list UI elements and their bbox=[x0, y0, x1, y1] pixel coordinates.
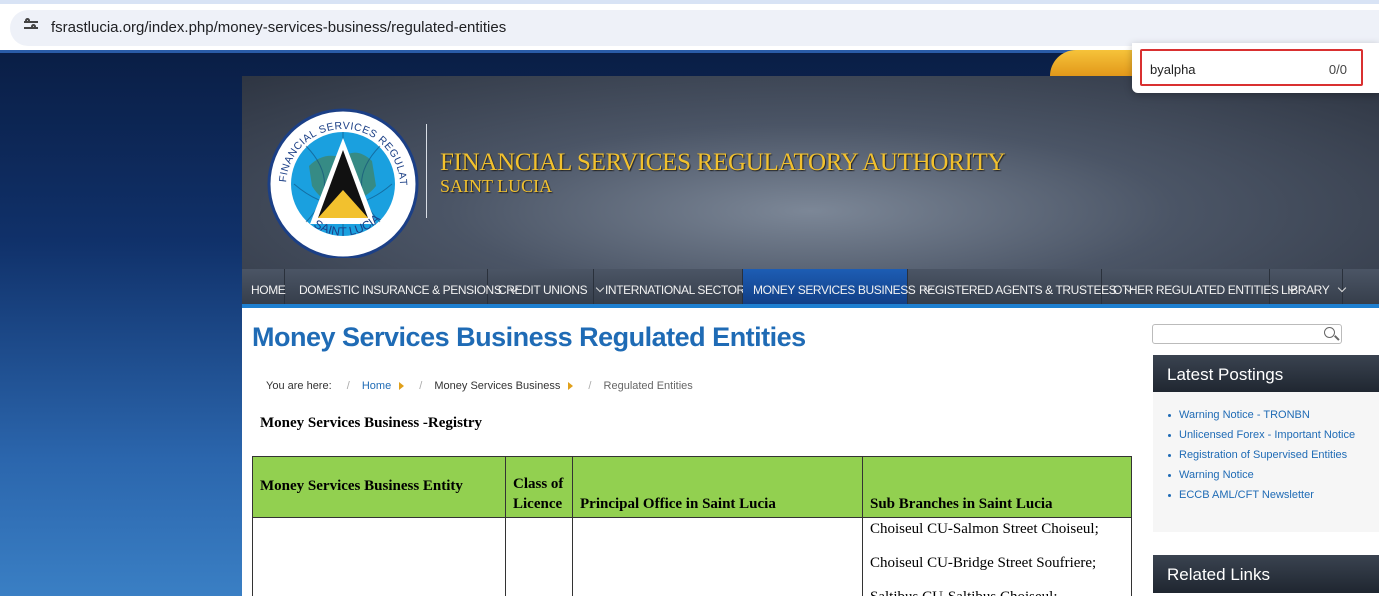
main-nav: HOME DOMESTIC INSURANCE & PENSIONS CREDI… bbox=[242, 269, 1379, 308]
entities-table: Money Services Business Entity Class of … bbox=[252, 456, 1132, 596]
site-container: FINANCIAL SERVICES REGULATORY AUTHORITY … bbox=[242, 50, 1379, 596]
breadcrumb-current: Regulated Entities bbox=[603, 380, 693, 392]
find-match-count: 0/0 bbox=[1328, 62, 1347, 77]
cell-entity bbox=[252, 517, 506, 596]
page-title: Money Services Business Regulated Entiti… bbox=[252, 322, 806, 352]
nav-library[interactable]: LIBRARY bbox=[1270, 269, 1347, 304]
breadcrumb: You are here: / Home / Money Services Bu… bbox=[266, 380, 693, 392]
find-in-page-bar: byalpha 0/0 bbox=[1132, 43, 1379, 93]
posting-link[interactable]: Warning Notice bbox=[1168, 469, 1379, 481]
col-class-licence: Class of Licence bbox=[505, 456, 573, 518]
nav-home[interactable]: HOME bbox=[242, 269, 286, 304]
breadcrumb-arrow-icon bbox=[568, 382, 574, 390]
cell-sub-branches: Choiseul CU-Salmon Street Choiseul; Choi… bbox=[862, 517, 1132, 596]
posting-link[interactable]: Unlicensed Forex - Important Notice bbox=[1168, 429, 1379, 441]
find-input[interactable]: byalpha 0/0 bbox=[1140, 49, 1363, 86]
posting-link[interactable]: ECCB AML/CFT Newsletter bbox=[1168, 489, 1379, 501]
sub-branch: Choiseul CU-Salmon Street Choiseul; bbox=[870, 521, 1099, 537]
site-settings-icon[interactable] bbox=[24, 18, 38, 32]
latest-postings-header: Latest Postings bbox=[1153, 355, 1379, 393]
col-entity: Money Services Business Entity bbox=[252, 456, 506, 518]
col-principal-office: Principal Office in Saint Lucia bbox=[572, 456, 863, 518]
breadcrumb-money-services: Money Services Business bbox=[434, 380, 561, 392]
nav-domestic-insurance[interactable]: DOMESTIC INSURANCE & PENSIONS bbox=[285, 269, 519, 304]
site-subtitle: SAINT LUCIA bbox=[440, 176, 553, 196]
header-divider bbox=[426, 124, 427, 218]
site-title: FINANCIAL SERVICES REGULATORY AUTHORITY bbox=[440, 149, 1006, 176]
chevron-down-icon bbox=[1338, 283, 1347, 293]
breadcrumb-home[interactable]: Home bbox=[362, 380, 391, 392]
url-text[interactable]: fsrastlucia.org/index.php/money-services… bbox=[51, 19, 506, 36]
sub-branch: Choiseul CU-Bridge Street Soufriere; bbox=[870, 555, 1097, 571]
nav-money-services-business[interactable]: MONEY SERVICES BUSINESS bbox=[743, 269, 933, 304]
site-search-input[interactable] bbox=[1152, 324, 1342, 344]
nav-other-regulated-entities[interactable]: OTHER REGULATED ENTITIES bbox=[1102, 269, 1296, 304]
table-row: Choiseul CU-Salmon Street Choiseul; Choi… bbox=[252, 517, 1132, 596]
fsra-logo[interactable]: FINANCIAL SERVICES REGULATORY AUTHORITY … bbox=[264, 106, 422, 258]
breadcrumb-arrow-icon bbox=[399, 382, 405, 390]
nav-international-sector[interactable]: INTERNATIONAL SECTOR bbox=[594, 269, 763, 304]
find-query: byalpha bbox=[1150, 62, 1196, 77]
latest-postings-panel: Warning Notice - TRONBN Unlicensed Forex… bbox=[1153, 392, 1379, 532]
sub-branch: Saltibus CU-Saltibus Choiseul; bbox=[870, 587, 1124, 596]
site-header: FINANCIAL SERVICES REGULATORY AUTHORITY … bbox=[242, 50, 1379, 269]
posting-link[interactable]: Registration of Supervised Entities bbox=[1168, 449, 1379, 461]
search-icon[interactable] bbox=[1324, 327, 1335, 338]
posting-link[interactable]: Warning Notice - TRONBN bbox=[1168, 409, 1379, 421]
nav-credit-unions[interactable]: CREDIT UNIONS bbox=[488, 269, 605, 304]
breadcrumb-prefix: You are here: bbox=[266, 380, 332, 392]
related-links-header: Related Links bbox=[1153, 555, 1379, 593]
registry-heading: Money Services Business -Registry bbox=[260, 415, 483, 431]
gold-tab-decoration bbox=[1050, 50, 1140, 76]
nav-registered-agents[interactable]: REGISTERED AGENTS & TRUSTEES bbox=[908, 269, 1134, 304]
cell-class bbox=[505, 517, 573, 596]
cell-principal bbox=[572, 517, 863, 596]
col-sub-branches: Sub Branches in Saint Lucia bbox=[862, 456, 1132, 518]
